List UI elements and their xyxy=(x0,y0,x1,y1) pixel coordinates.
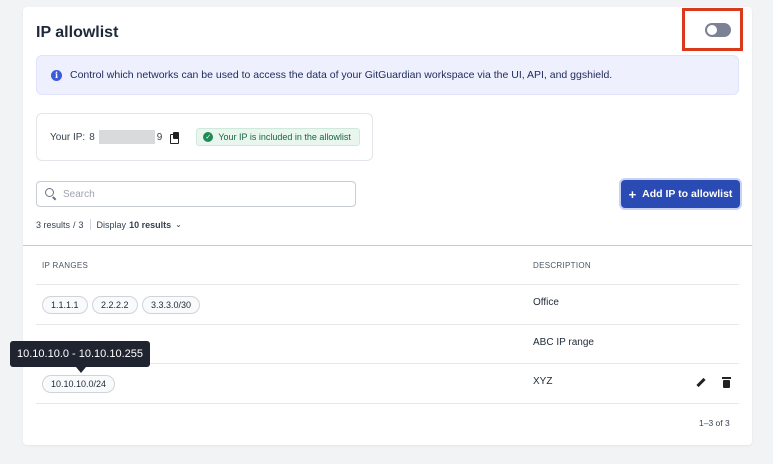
allowlist-toggle[interactable] xyxy=(705,23,731,37)
page-title: IP allowlist xyxy=(36,24,119,41)
add-ip-button-label: Add IP to allowlist xyxy=(642,188,733,200)
results-slash: / xyxy=(73,219,76,230)
pagination-info: 1–3 of 3 xyxy=(699,418,730,428)
divider xyxy=(89,219,91,230)
ip-chip: 3.3.3.0/30 xyxy=(142,296,201,314)
edit-icon[interactable] xyxy=(695,377,707,389)
row-divider xyxy=(36,284,739,285)
row-description: ABC IP range xyxy=(533,337,594,348)
my-ip-end: 9 xyxy=(156,131,163,143)
row-divider xyxy=(36,324,739,325)
ip-chip: 1.1.1.1 xyxy=(42,296,88,314)
info-text: Control which networks can be used to ac… xyxy=(70,69,613,81)
toggle-highlight xyxy=(682,8,743,51)
ip-range-tooltip: 10.10.10.0 - 10.10.10.255 xyxy=(10,341,150,367)
display-label: Display xyxy=(96,219,127,230)
ip-chip: 2.2.2.2 xyxy=(92,296,138,314)
ip-chip: 10.10.10.0/24 xyxy=(42,375,116,393)
row-description: Office xyxy=(533,297,559,308)
copy-icon[interactable] xyxy=(170,131,180,144)
status-badge-text: Your IP is included in the allowlist xyxy=(218,132,351,142)
row-divider xyxy=(36,403,739,404)
my-ip-start: 8 xyxy=(89,131,95,143)
display-select[interactable]: 10 results xyxy=(129,220,171,230)
toggle-knob xyxy=(707,25,717,35)
header-description: DESCRIPTION xyxy=(533,261,591,270)
results-count: 3 results xyxy=(36,219,71,230)
info-banner: i Control which networks can be used to … xyxy=(36,55,739,95)
status-badge: ✓ Your IP is included in the allowlist xyxy=(196,128,360,146)
ip-redaction xyxy=(98,130,155,144)
my-ip-label: Your IP: xyxy=(50,131,86,143)
tooltip-arrow xyxy=(76,367,86,373)
plus-icon: + xyxy=(628,186,637,202)
row-description: XYZ xyxy=(533,376,553,387)
search-icon xyxy=(45,188,57,200)
results-summary: 3 results / 3 Display 10 results ⌄ xyxy=(36,219,182,230)
header-ip-ranges: IP RANGES xyxy=(42,261,89,270)
info-icon: i xyxy=(51,69,62,81)
results-total: 3 xyxy=(78,219,84,230)
chevron-down-icon[interactable]: ⌄ xyxy=(175,220,182,229)
my-ip-box: Your IP: 8 9 ✓ Your IP is included in th… xyxy=(36,113,373,161)
check-icon: ✓ xyxy=(203,132,214,142)
search-input[interactable] xyxy=(63,188,343,200)
trash-icon[interactable] xyxy=(722,377,731,388)
table-divider xyxy=(23,245,752,246)
search-box xyxy=(36,181,356,207)
add-ip-button[interactable]: + Add IP to allowlist xyxy=(621,180,740,208)
